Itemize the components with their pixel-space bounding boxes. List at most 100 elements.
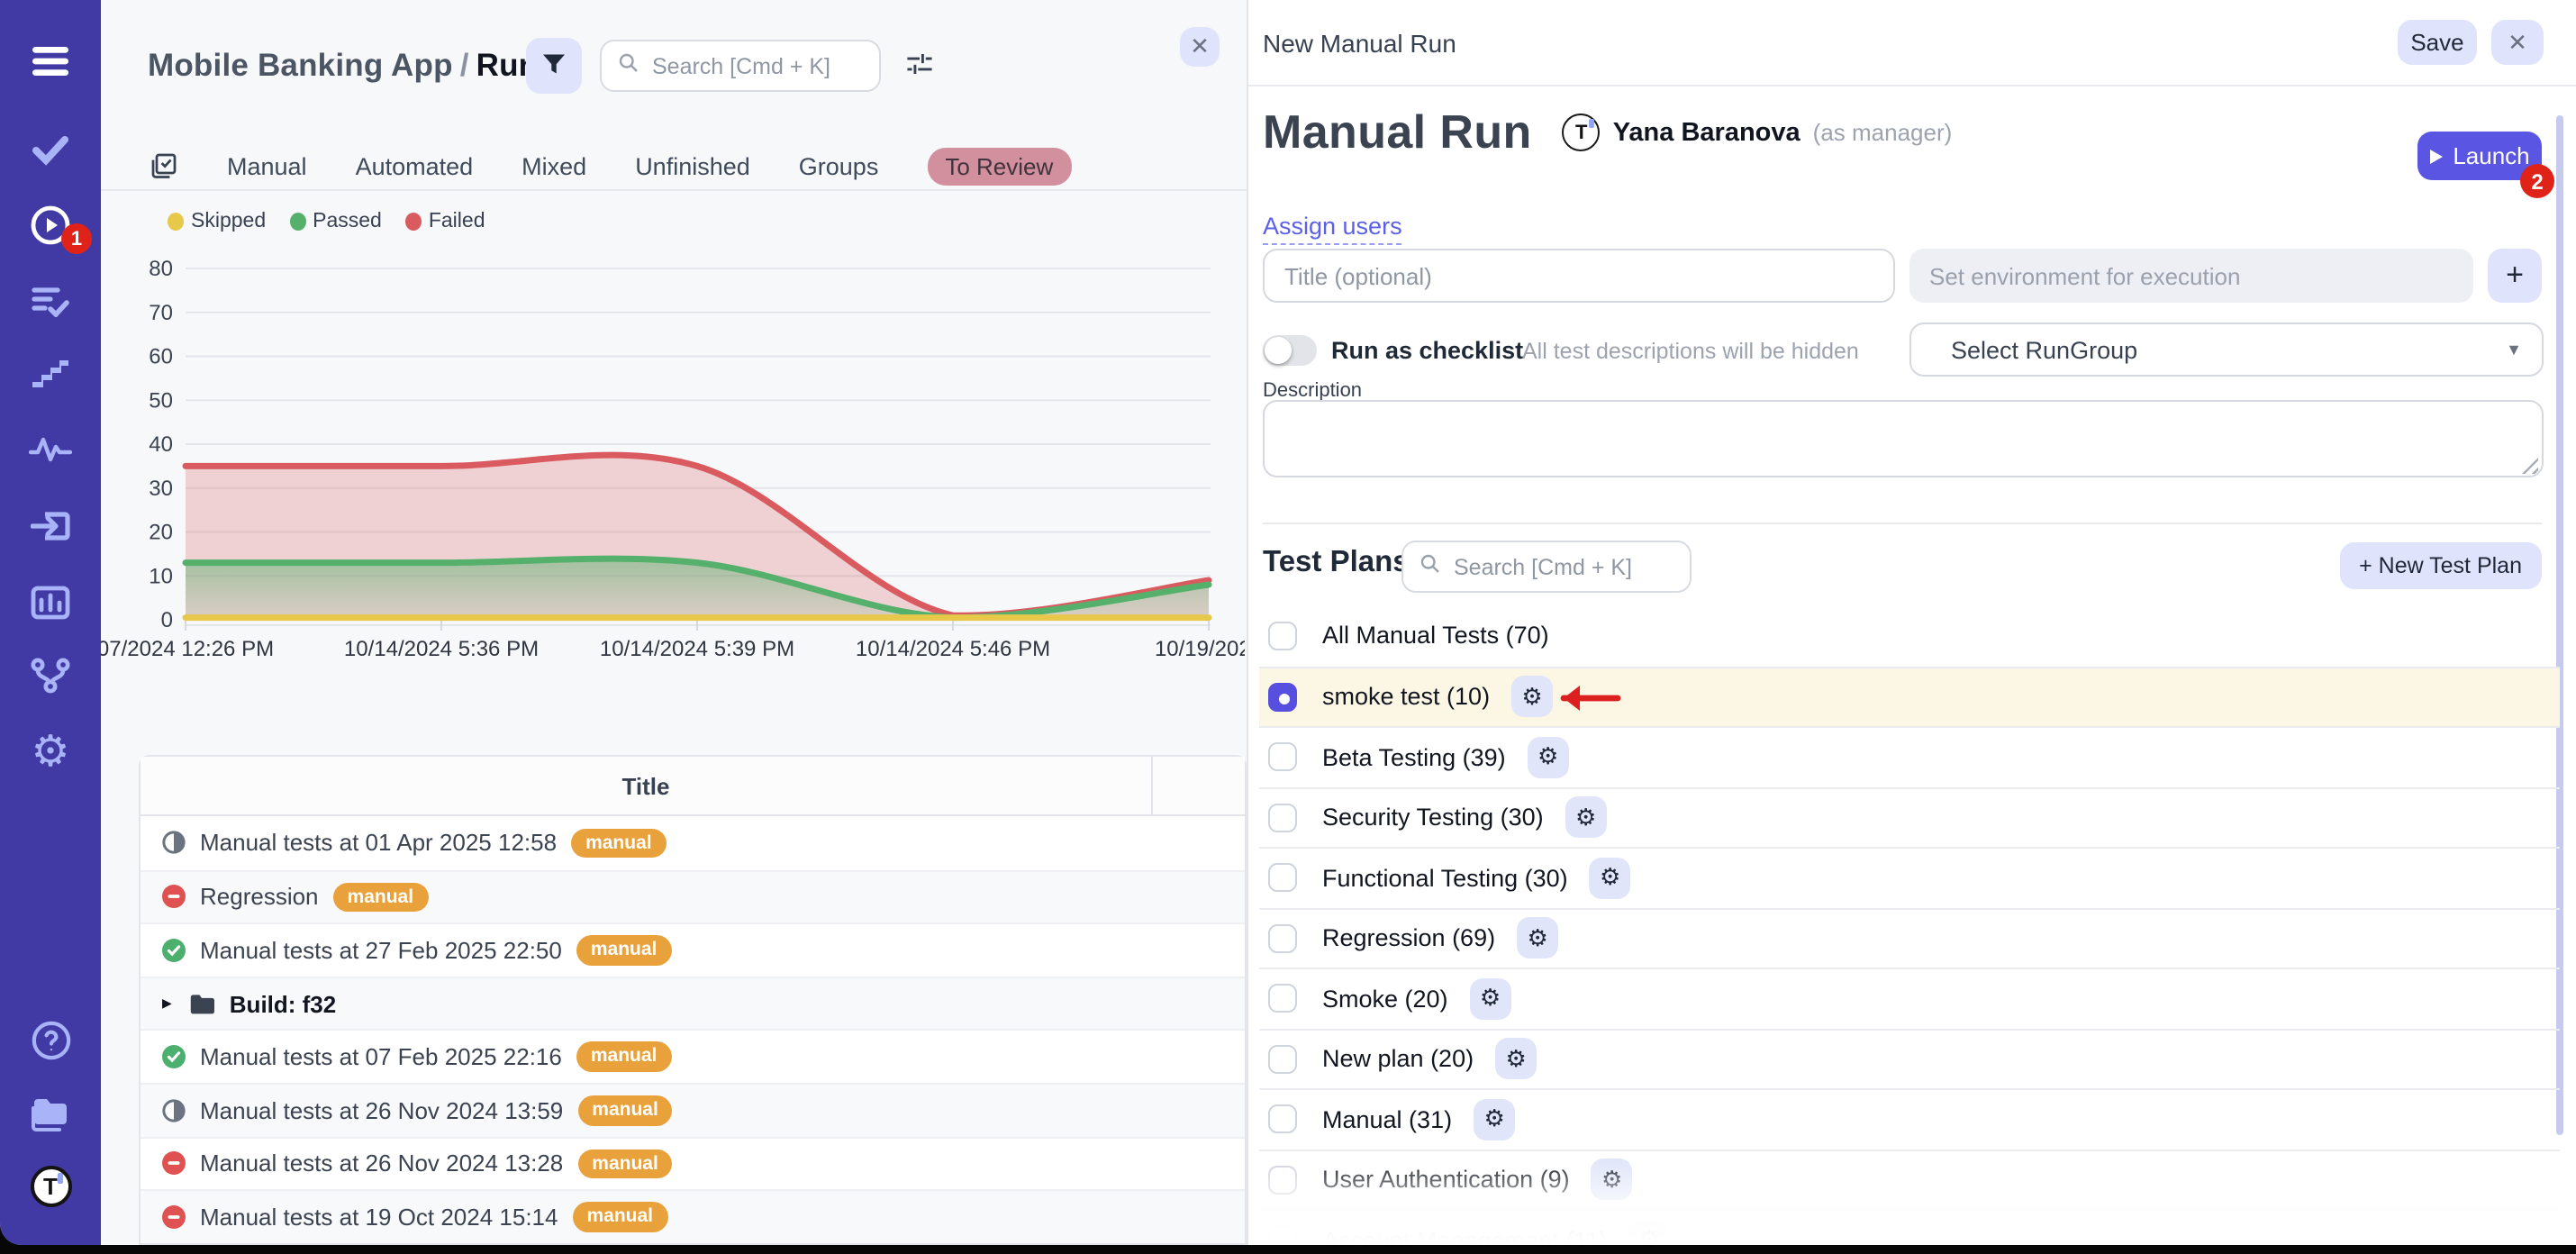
plan-settings-button[interactable]: ⚙ bbox=[1470, 978, 1511, 1020]
svg-text:40: 40 bbox=[149, 432, 173, 457]
plan-settings-button[interactable]: ⚙ bbox=[1517, 918, 1558, 959]
plan-checkbox[interactable] bbox=[1268, 804, 1297, 832]
sidebar-item-runs-play[interactable]: 1 bbox=[0, 200, 101, 250]
test-plan-row[interactable]: Beta Testing (39) ⚙ bbox=[1259, 726, 2560, 786]
column-header-title[interactable]: Title bbox=[141, 757, 1153, 814]
plan-settings-button[interactable]: ⚙ bbox=[1590, 858, 1631, 899]
description-textarea[interactable] bbox=[1263, 400, 2544, 477]
sidebar-item-branches[interactable] bbox=[0, 650, 101, 701]
plan-label[interactable]: Security Testing (30) bbox=[1322, 804, 1544, 831]
sidebar-item-import[interactable] bbox=[0, 501, 101, 551]
legend-item-failed[interactable]: Failed bbox=[405, 211, 485, 232]
test-plan-row[interactable]: Account Management (11) ⚙ bbox=[1259, 1209, 2560, 1245]
table-row-build-group[interactable]: ▶Build: f32 bbox=[141, 977, 1245, 1030]
test-plan-row[interactable]: User Authentication (9) ⚙ bbox=[1259, 1149, 2560, 1209]
plan-label[interactable]: All Manual Tests (70) bbox=[1322, 622, 1549, 650]
plan-label[interactable]: Beta Testing (39) bbox=[1322, 744, 1506, 771]
table-row[interactable]: Manual tests at 01 Apr 2025 12:58manual bbox=[141, 816, 1245, 869]
plan-label[interactable]: Manual (31) bbox=[1322, 1106, 1452, 1133]
plan-checkbox[interactable] bbox=[1268, 1105, 1297, 1134]
runs-search-input[interactable] bbox=[652, 53, 863, 78]
plan-settings-button[interactable]: ⚙ bbox=[1628, 1220, 1670, 1246]
test-plan-row[interactable]: All Manual Tests (70) bbox=[1259, 605, 2560, 666]
tab-mixed[interactable]: Mixed bbox=[522, 152, 586, 179]
legend-item-passed[interactable]: Passed bbox=[289, 211, 382, 232]
test-plan-row[interactable]: Security Testing (30) ⚙ bbox=[1259, 786, 2560, 847]
filter-button[interactable] bbox=[526, 38, 582, 94]
panel-close-button[interactable]: ✕ bbox=[2491, 20, 2544, 65]
test-plans-list: All Manual Tests (70)smoke test (10)⚙Bet… bbox=[1259, 605, 2560, 1245]
plan-settings-button[interactable]: ⚙ bbox=[1474, 1099, 1515, 1140]
tab-manual[interactable]: Manual bbox=[227, 152, 307, 179]
plan-checkbox[interactable] bbox=[1268, 864, 1297, 893]
sidebar-item-testomat-logo[interactable]: T bbox=[0, 1160, 101, 1211]
plan-checkbox[interactable] bbox=[1268, 683, 1297, 712]
plan-settings-button[interactable]: ⚙ bbox=[1495, 1039, 1537, 1080]
sidebar-item-milestones[interactable] bbox=[0, 350, 101, 400]
sidebar-item-tests-check[interactable] bbox=[0, 124, 101, 175]
run-as-checklist-toggle[interactable] bbox=[1263, 335, 1317, 366]
test-plan-row[interactable]: Functional Testing (30) ⚙ bbox=[1259, 847, 2560, 907]
runs-panel-close-button[interactable]: ✕ bbox=[1180, 27, 1220, 67]
plan-label[interactable]: Smoke (20) bbox=[1322, 986, 1448, 1013]
expand-caret-icon[interactable]: ▶ bbox=[162, 996, 172, 1011]
run-title-input[interactable] bbox=[1263, 249, 1895, 303]
test-plan-row[interactable]: Smoke (20) ⚙ bbox=[1259, 968, 2560, 1028]
tab-unfinished[interactable]: Unfinished bbox=[635, 152, 750, 179]
table-row[interactable]: Manual tests at 27 Feb 2025 22:50manual bbox=[141, 922, 1245, 976]
table-row[interactable]: Manual tests at 26 Nov 2024 13:59manual bbox=[141, 1083, 1245, 1136]
plan-label[interactable]: New plan (20) bbox=[1322, 1046, 1474, 1073]
plan-checkbox[interactable] bbox=[1268, 1166, 1297, 1195]
test-plans-icon bbox=[31, 285, 70, 317]
table-row[interactable]: Regressionmanual bbox=[141, 869, 1245, 922]
test-plan-row[interactable]: Regression (69) ⚙ bbox=[1259, 907, 2560, 968]
run-title: Manual tests at 26 Nov 2024 13:59 bbox=[200, 1097, 563, 1124]
breadcrumb-project[interactable]: Mobile Banking App bbox=[148, 47, 453, 83]
test-plan-row[interactable]: Manual (31) ⚙ bbox=[1259, 1088, 2560, 1149]
sidebar-item-pulse[interactable] bbox=[0, 423, 101, 474]
sidebar-item-settings-gear[interactable]: ⚙ bbox=[0, 728, 101, 778]
plan-label[interactable]: smoke test (10) bbox=[1322, 684, 1490, 711]
add-environment-button[interactable]: + bbox=[2488, 249, 2542, 303]
table-row[interactable]: Manual tests at 19 Oct 2024 15:14manual bbox=[141, 1189, 1245, 1242]
new-test-plan-button[interactable]: + New Test Plan bbox=[2339, 542, 2542, 589]
sidebar-item-analytics[interactable] bbox=[0, 577, 101, 627]
plan-checkbox[interactable] bbox=[1268, 743, 1297, 772]
test-plans-search-input[interactable] bbox=[1454, 554, 1673, 579]
tab-to-review[interactable]: To Review bbox=[927, 147, 1071, 185]
plan-checkbox[interactable] bbox=[1268, 622, 1297, 650]
sidebar-item-projects-folder[interactable] bbox=[0, 1090, 101, 1140]
plan-checkbox[interactable] bbox=[1268, 924, 1297, 953]
import-icon bbox=[31, 510, 70, 542]
sidebar-item-menu[interactable] bbox=[0, 36, 101, 86]
plan-settings-button[interactable]: ⚙ bbox=[1511, 677, 1553, 718]
tab-groups[interactable]: Groups bbox=[799, 152, 879, 179]
select-all-icon[interactable] bbox=[150, 151, 178, 180]
plan-settings-button[interactable]: ⚙ bbox=[1528, 737, 1569, 778]
test-plans-search[interactable] bbox=[1401, 541, 1692, 593]
plan-checkbox[interactable] bbox=[1268, 1226, 1297, 1246]
plan-label[interactable]: Functional Testing (30) bbox=[1322, 865, 1568, 892]
sidebar-item-help[interactable] bbox=[0, 1014, 101, 1065]
status-passed-icon bbox=[162, 1045, 186, 1068]
assign-users-link[interactable]: Assign users bbox=[1263, 213, 1402, 245]
plan-label[interactable]: User Authentication (9) bbox=[1322, 1167, 1570, 1194]
save-button[interactable]: Save bbox=[2398, 20, 2477, 65]
tab-automated[interactable]: Automated bbox=[356, 152, 474, 179]
plan-checkbox[interactable] bbox=[1268, 1045, 1297, 1074]
test-plan-row[interactable]: New plan (20) ⚙ bbox=[1259, 1028, 2560, 1088]
plan-label[interactable]: Account Management (11) bbox=[1322, 1227, 1607, 1246]
rungroup-select[interactable]: Select RunGroup ▼ bbox=[1909, 323, 2544, 377]
display-settings-button[interactable] bbox=[899, 47, 939, 86]
runs-search[interactable] bbox=[600, 40, 881, 92]
environment-input[interactable] bbox=[1909, 249, 2473, 303]
table-row[interactable]: Manual tests at 07 Feb 2025 22:16manual bbox=[141, 1030, 1245, 1083]
plan-label[interactable]: Regression (69) bbox=[1322, 925, 1495, 952]
legend-item-skipped[interactable]: Skipped bbox=[168, 211, 266, 232]
plan-settings-button[interactable]: ⚙ bbox=[1565, 797, 1607, 839]
plan-settings-button[interactable]: ⚙ bbox=[1592, 1159, 1633, 1201]
sidebar-item-test-plans[interactable] bbox=[0, 276, 101, 326]
table-row[interactable]: Manual tests at 26 Nov 2024 13:28manual bbox=[141, 1136, 1245, 1189]
plan-checkbox[interactable] bbox=[1268, 985, 1297, 1013]
test-plan-row[interactable]: smoke test (10) ⚙ bbox=[1259, 666, 2560, 726]
